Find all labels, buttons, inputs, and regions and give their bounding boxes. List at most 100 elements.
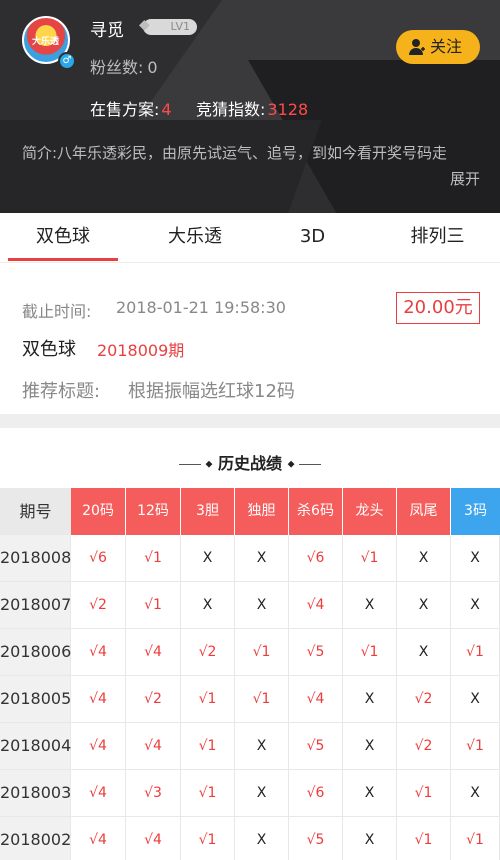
username: 寻觅 (90, 21, 124, 41)
result-cell: √4 (289, 676, 343, 722)
guess-index-label: 竞猜指数: (196, 100, 266, 119)
follow-label: 关注 (430, 37, 463, 56)
period-cell: 2018006 (0, 629, 71, 675)
result-cell: X (343, 582, 397, 628)
result-cell: X (451, 535, 500, 581)
column-header: 3胆 (181, 488, 235, 535)
result-cell: √1 (451, 629, 500, 675)
guess-index-value: 3128 (267, 100, 309, 119)
diamond-icon: ◆ (205, 459, 213, 470)
result-cell: √2 (397, 676, 451, 722)
result-cell: X (181, 582, 235, 628)
verified-badge-icon: ♂ (58, 52, 76, 70)
issue-number: 2018009期 (97, 341, 185, 360)
result-cell: X (451, 770, 500, 816)
add-person-icon (409, 39, 425, 55)
plan-info: 截止时间: 2018-01-21 19:58:30 20.00元 双色球 201… (0, 264, 500, 414)
result-cell: √1 (343, 629, 397, 675)
period-cell: 2018003 (0, 770, 71, 816)
result-cell: √1 (126, 582, 181, 628)
result-cell: √4 (71, 723, 126, 769)
table-row: 2018005 √4 √2 √1 √1 √4 X √2 X (0, 676, 500, 723)
result-cell: √5 (289, 817, 343, 860)
game-name: 双色球 (22, 339, 76, 360)
recommend-label: 推荐标题: (22, 381, 101, 402)
result-cell: √1 (181, 770, 235, 816)
divider-line (179, 464, 202, 465)
price-button[interactable]: 20.00元 (396, 292, 480, 324)
result-cell: √4 (126, 629, 181, 675)
result-cell: √4 (71, 629, 126, 675)
result-cell: X (181, 535, 235, 581)
result-cell: √5 (289, 629, 343, 675)
table-row: 2018004 √4 √4 √1 X √5 X √2 √1 (0, 723, 500, 770)
result-cell: √1 (126, 535, 181, 581)
period-cell: 2018007 (0, 582, 71, 628)
result-cell: X (235, 582, 289, 628)
recommend-title: 根据振幅选红球12码 (128, 381, 295, 402)
table-row: 2018008 √6 √1 X X √6 √1 X X (0, 535, 500, 582)
level-text: LV1 (170, 20, 190, 33)
result-cell: √2 (71, 582, 126, 628)
result-cell: √1 (235, 676, 289, 722)
tab-pailiesan[interactable]: 排列三 (385, 213, 490, 263)
fans-count: 粉丝数: 0 (90, 54, 158, 78)
result-cell: √1 (451, 817, 500, 860)
on-sale-stat: 在售方案: 4 (90, 96, 172, 120)
result-cell: √1 (397, 817, 451, 860)
column-header: 杀6码 (289, 488, 343, 535)
fans-label: 粉丝数: (90, 58, 144, 77)
result-cell: √6 (289, 535, 343, 581)
column-header: 龙头 (343, 488, 397, 535)
result-cell: √1 (181, 817, 235, 860)
tab-shuangseqiu[interactable]: 双色球 (8, 213, 118, 263)
intro-line: 简介:八年乐透彩民，由原先试运气、追号，到如今看开奖号码走 (22, 144, 448, 162)
tab-daletou[interactable]: 大乐透 (140, 213, 250, 263)
result-cell: √1 (397, 770, 451, 816)
result-cell: X (235, 723, 289, 769)
result-cell: X (343, 817, 397, 860)
result-cell: √2 (126, 676, 181, 722)
result-cell: X (397, 629, 451, 675)
result-cell: √2 (397, 723, 451, 769)
follow-button[interactable]: 关注 (396, 30, 480, 64)
result-cell: X (235, 770, 289, 816)
column-header-period: 期号 (0, 488, 71, 535)
result-cell: √4 (126, 817, 181, 860)
period-cell: 2018002 (0, 817, 71, 860)
lottery-tabs: 双色球 大乐透 3D 排列三 (0, 213, 500, 263)
table-row: 2018006 √4 √4 √2 √1 √5 √1 X √1 (0, 629, 500, 676)
column-header: 12码 (126, 488, 181, 535)
on-sale-label: 在售方案: (90, 100, 160, 119)
result-cell: X (451, 582, 500, 628)
result-cell: X (451, 676, 500, 722)
fans-value: 0 (147, 58, 158, 77)
result-cell: √2 (181, 629, 235, 675)
history-title: ◆ 历史战绩 ◆ (0, 450, 500, 474)
result-cell: √6 (289, 770, 343, 816)
period-cell: 2018004 (0, 723, 71, 769)
divider-line (298, 464, 321, 465)
column-header: 3码 (451, 488, 500, 535)
intro-text: 简介:八年乐透彩民，由原先试运气、追号，到如今看开奖号码走 展开 (22, 140, 480, 192)
column-header: 20码 (71, 488, 126, 535)
table-row: 2018003 √4 √3 √1 X √6 X √1 X (0, 770, 500, 817)
level-badge: ◆ LV1 (139, 17, 197, 35)
result-cell: √1 (235, 629, 289, 675)
section-divider (0, 414, 500, 428)
result-cell: √4 (71, 817, 126, 860)
guess-index-stat: 竞猜指数: 3128 (196, 96, 308, 120)
result-cell: √4 (126, 723, 181, 769)
result-cell: X (235, 817, 289, 860)
deadline-value: 2018-01-21 19:58:30 (116, 298, 286, 317)
expand-link[interactable]: 展开 (22, 166, 480, 192)
period-cell: 2018005 (0, 676, 71, 722)
result-cell: X (343, 770, 397, 816)
result-cell: √3 (126, 770, 181, 816)
diamond-icon: ◆ (287, 459, 295, 470)
diamond-icon: ◆ (139, 17, 150, 33)
result-cell: √1 (343, 535, 397, 581)
result-cell: √1 (181, 723, 235, 769)
tab-3d[interactable]: 3D (260, 213, 365, 263)
column-header: 独胆 (235, 488, 289, 535)
